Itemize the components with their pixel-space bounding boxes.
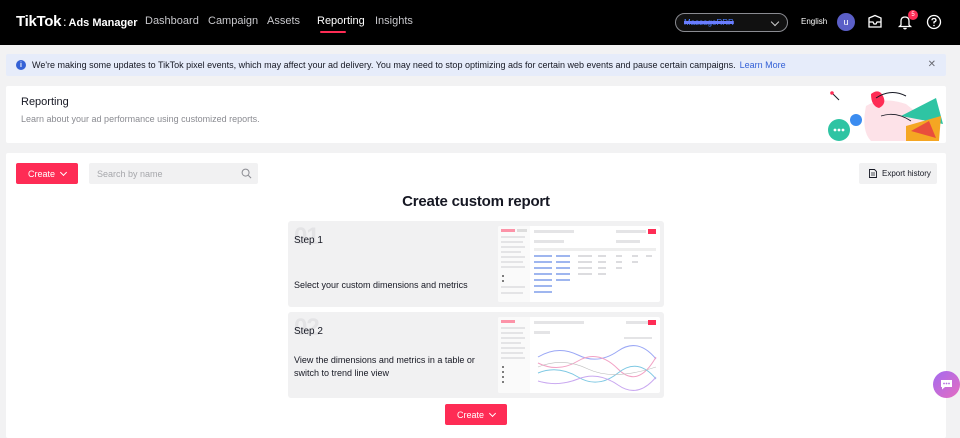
- notice-banner: i We're making some updates to TikTok pi…: [6, 54, 946, 76]
- step-description: View the dimensions and metrics in a tab…: [294, 355, 475, 378]
- top-navigation-bar: TikTok : Ads Manager Dashboard Campaign …: [0, 0, 960, 45]
- nav-assets[interactable]: Assets: [267, 15, 300, 27]
- notice-message: We're making some updates to TikTok pixe…: [32, 60, 736, 70]
- chat-support-button[interactable]: [933, 371, 960, 398]
- section-heading: Create custom report: [402, 193, 550, 210]
- create-report-button[interactable]: Create: [445, 404, 507, 425]
- notification-badge: 5: [908, 10, 918, 20]
- help-icon[interactable]: [926, 14, 942, 30]
- active-nav-indicator: [320, 31, 346, 33]
- step-2-card: 02 Step 2 View the dimensions and metric…: [288, 312, 664, 398]
- logo-product: Ads Manager: [68, 17, 138, 29]
- step-description: Select your custom dimensions and metric…: [294, 280, 468, 290]
- search-icon[interactable]: [241, 168, 252, 179]
- info-icon: i: [16, 60, 26, 70]
- chevron-down-icon: [770, 17, 780, 27]
- chat-bubble-icon: [941, 380, 952, 390]
- logo-brand: TikTok: [16, 13, 62, 30]
- export-history-label: Export history: [882, 169, 931, 178]
- tiktok-ads-manager-logo[interactable]: TikTok : Ads Manager: [16, 13, 138, 30]
- nav-dashboard[interactable]: Dashboard: [145, 15, 199, 27]
- language-selector[interactable]: English: [801, 17, 827, 26]
- step-1-card: 01 Step 1 Select your custom dimensions …: [288, 221, 664, 307]
- chevron-down-icon: [488, 409, 497, 417]
- custom-report-panel: Create Export history Create custom repo…: [6, 153, 946, 438]
- close-icon[interactable]: ✕: [928, 59, 936, 70]
- step-label: Step 2: [294, 326, 323, 337]
- create-button-label: Create: [456, 409, 484, 420]
- create-button-label: Create: [27, 168, 55, 179]
- avatar[interactable]: u: [837, 13, 855, 31]
- nav-reporting[interactable]: Reporting: [317, 15, 365, 27]
- create-button[interactable]: Create: [16, 163, 78, 184]
- account-name: MassageRRR: [684, 18, 734, 27]
- reporting-header: Reporting Learn about your ad performanc…: [6, 86, 946, 143]
- nav-insights[interactable]: Insights: [375, 15, 413, 27]
- reporting-illustration-icon: [828, 91, 943, 141]
- search-box[interactable]: [89, 163, 258, 184]
- page-title: Reporting: [21, 96, 69, 108]
- logo-separator: :: [63, 15, 67, 29]
- account-selector[interactable]: MassageRRR: [675, 13, 788, 32]
- chevron-down-icon: [59, 168, 68, 176]
- step-label: Step 1: [294, 235, 323, 246]
- search-input[interactable]: [97, 168, 237, 179]
- trend-line-preview-image: [498, 317, 660, 393]
- learn-more-link[interactable]: Learn More: [740, 60, 786, 70]
- table-preview-image: [498, 226, 660, 302]
- export-history-button[interactable]: Export history: [859, 163, 937, 184]
- nav-campaign[interactable]: Campaign: [208, 15, 258, 27]
- document-icon: [869, 169, 877, 178]
- inbox-icon[interactable]: [867, 14, 883, 30]
- page-subtitle: Learn about your ad performance using cu…: [21, 114, 260, 124]
